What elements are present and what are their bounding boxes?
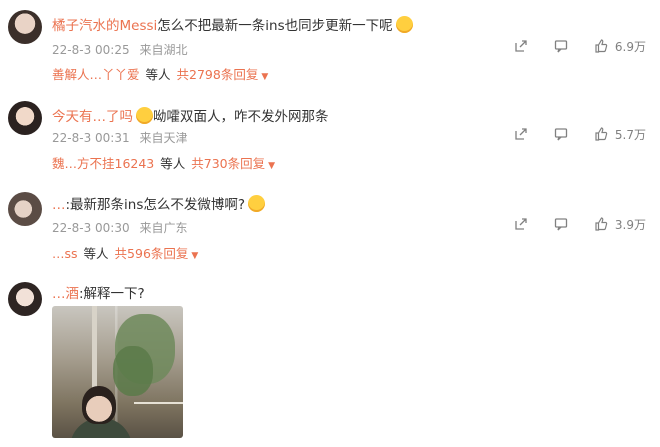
comment-location: 来自天津 [139,131,188,145]
comment-button[interactable] [554,217,568,232]
comment-text: :解释一下? [79,286,145,302]
share-button[interactable] [514,217,528,232]
share-button[interactable] [514,127,528,142]
comment-actions: 5.7万 [492,126,646,143]
avatar[interactable] [8,101,42,135]
thumbs-up-icon [595,127,608,141]
reply-preview[interactable]: …ss 等人 共596条回复 ▼ [52,243,198,265]
reply-names[interactable]: 魏…方不挂16243 [52,156,154,171]
comment-time: 22-8-3 00:25 [52,43,130,57]
comment-username[interactable]: … [52,197,66,213]
comment-username[interactable]: 橘子汽水的Messi [52,18,157,34]
like-button[interactable]: 6.9万 [594,38,646,55]
share-icon [515,218,528,230]
comment-meta: 22-8-3 00:30 来自广东 [52,219,193,236]
comment-line: 今天有…了吗 呦嚯双面人，咋不发外网那条 [52,105,329,125]
comment-image[interactable] [52,306,183,438]
like-count: 6.9万 [614,40,646,54]
comment-icon [555,40,568,53]
comment-text: 呦嚯双面人，咋不发外网那条 [153,109,329,125]
chevron-down-icon[interactable]: ▼ [268,161,275,171]
comment-text: :最新那条ins怎么不发微博啊? [65,197,246,213]
reply-count-link[interactable]: 共2798条回复 [177,67,259,82]
reply-names[interactable]: …ss [52,246,78,261]
comment-location: 来自广东 [139,221,188,235]
avatar[interactable] [8,282,42,316]
reply-preview[interactable]: 魏…方不挂16243 等人 共730条回复 ▼ [52,153,275,175]
photo-person-head [82,386,116,424]
reply-deng: 等人 [83,246,109,261]
reply-count-link[interactable]: 共596条回复 [115,246,189,261]
comment-time: 22-8-3 00:31 [52,131,130,145]
chevron-down-icon[interactable]: ▼ [191,251,198,261]
comment-text: 怎么不把最新一条ins也同步更新一下呢 [157,18,393,34]
reply-preview[interactable]: 善解人…丫丫爱 等人 共2798条回复 ▼ [52,64,268,86]
like-button[interactable]: 3.9万 [594,216,646,233]
comment-line: 橘子汽水的Messi怎么不把最新一条ins也同步更新一下呢 [52,14,413,34]
comment-meta: 22-8-3 00:31 来自天津 [52,129,193,146]
emoji-icon [136,107,153,124]
reply-deng: 等人 [145,67,171,82]
share-icon [515,40,528,52]
like-count: 5.7万 [614,128,646,142]
comment-username[interactable]: 今天有…了吗 [52,109,133,125]
emoji-icon [395,16,413,33]
comment-line: …:最新那条ins怎么不发微博啊? [52,193,266,213]
comment-button[interactable] [554,127,568,142]
like-button[interactable]: 5.7万 [594,126,646,143]
comment-icon [555,128,568,141]
share-icon [515,128,528,140]
comment-button[interactable] [554,39,568,54]
comment-actions: 3.9万 [492,216,646,233]
photo-rail [134,402,183,404]
avatar[interactable] [8,192,42,226]
reply-count-link[interactable]: 共730条回复 [191,156,265,171]
comment-actions: 6.9万 [492,38,646,55]
comment-icon [555,218,568,231]
reply-deng: 等人 [160,156,186,171]
comment-username[interactable]: …酒 [52,286,79,302]
photo-tree [113,346,153,396]
avatar[interactable] [8,10,42,44]
comment-location: 来自湖北 [139,43,188,57]
comment-meta: 22-8-3 00:25 来自湖北 [52,41,193,58]
thumbs-up-icon [595,39,608,53]
reply-names[interactable]: 善解人…丫丫爱 [52,67,140,82]
comment-time: 22-8-3 00:30 [52,221,130,235]
comment-line: …酒:解释一下? [52,282,145,302]
chevron-down-icon[interactable]: ▼ [261,72,268,82]
thumbs-up-icon [595,217,608,231]
emoji-icon [248,195,266,212]
like-count: 3.9万 [614,218,646,232]
share-button[interactable] [514,39,528,54]
